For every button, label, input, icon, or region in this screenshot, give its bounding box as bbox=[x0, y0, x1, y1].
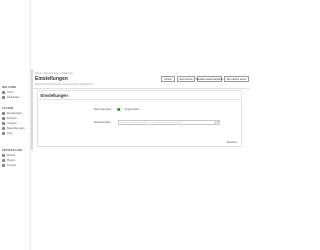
sidebar-item-dashboard[interactable]: Dashboard bbox=[2, 95, 19, 99]
main-content: Home / Einstellungen / Allgemein Einstel… bbox=[33, 70, 250, 250]
sidebar-item-modules[interactable]: Module bbox=[2, 153, 15, 157]
top-band bbox=[0, 0, 250, 70]
card-header: Einstellungen bbox=[38, 91, 241, 100]
settings-card: Einstellungen Wartungsmodus Eingeschalte… bbox=[37, 90, 242, 147]
sidebar-group-welcome: WELCOME bbox=[2, 86, 17, 89]
sidebar-group-development: ENTWICKLUNG bbox=[2, 149, 23, 152]
save-button[interactable]: Speichern bbox=[224, 140, 240, 145]
back-button[interactable]: Zurück bbox=[161, 76, 175, 82]
sidebar-group-system: SYSTEM bbox=[2, 107, 14, 110]
users-icon bbox=[2, 116, 5, 120]
plugins-icon bbox=[2, 158, 5, 162]
home-icon bbox=[2, 90, 5, 94]
clear-caches-button[interactable]: Alle Caches leeren bbox=[224, 76, 249, 82]
sidebar-item-home[interactable]: Home bbox=[2, 90, 14, 94]
sidebar-item-label: Berechtigungen bbox=[7, 126, 25, 130]
sidebar-item-logs[interactable]: Logs bbox=[2, 131, 12, 135]
sidebar: WELCOME Home Dashboard SYSTEM Einstellun… bbox=[0, 0, 31, 250]
sidebar-item-label: Logs bbox=[7, 131, 13, 135]
toggle-knob bbox=[119, 107, 123, 111]
startpage-label: Startseitenpfad bbox=[94, 121, 111, 124]
themes-icon bbox=[2, 163, 5, 167]
modules-icon bbox=[2, 153, 5, 157]
browse-icon[interactable]: ⊕ bbox=[216, 120, 220, 125]
sidebar-item-label: Einstellungen bbox=[7, 111, 23, 115]
page-title: Einstellungen bbox=[35, 76, 68, 82]
restore-defaults-button[interactable]: Standard wiederherstellen bbox=[196, 76, 223, 82]
maintenance-state: Eingeschaltet bbox=[125, 108, 140, 111]
sidebar-item-users[interactable]: Benutzer bbox=[2, 116, 17, 120]
maintenance-label: Wartungsmodus bbox=[94, 108, 112, 111]
sidebar-item-label: Benutzer bbox=[7, 116, 18, 120]
logs-icon bbox=[2, 131, 5, 135]
apply-button[interactable]: Übernehmen bbox=[177, 76, 195, 82]
page-subtitle: Allgemeine Einstellungen der Anwendung k… bbox=[35, 82, 94, 86]
breadcrumb: Home / Einstellungen / Allgemein bbox=[35, 72, 74, 75]
sidebar-item-label: Dashboard bbox=[7, 95, 20, 99]
sidebar-item-settings[interactable]: Einstellungen bbox=[2, 111, 22, 115]
sidebar-item-themes[interactable]: Themes bbox=[2, 163, 16, 167]
sidebar-item-label: Themes bbox=[7, 163, 17, 167]
card-title: Einstellungen bbox=[40, 93, 68, 98]
dashboard-icon bbox=[2, 95, 5, 99]
sidebar-item-label: Gruppen bbox=[7, 121, 17, 125]
maintenance-toggle[interactable] bbox=[117, 107, 123, 111]
settings-icon bbox=[2, 111, 5, 115]
sidebar-item-label: Home bbox=[7, 90, 14, 94]
groups-icon bbox=[2, 121, 5, 125]
sidebar-item-permissions[interactable]: Berechtigungen bbox=[2, 126, 25, 130]
header-divider bbox=[33, 88, 250, 89]
startpage-input[interactable] bbox=[118, 120, 216, 125]
permissions-icon bbox=[2, 126, 5, 130]
sidebar-item-label: Plugins bbox=[7, 158, 16, 162]
sidebar-item-label: Module bbox=[7, 153, 16, 157]
sidebar-item-groups[interactable]: Gruppen bbox=[2, 121, 17, 125]
sidebar-item-plugins[interactable]: Plugins bbox=[2, 158, 15, 162]
